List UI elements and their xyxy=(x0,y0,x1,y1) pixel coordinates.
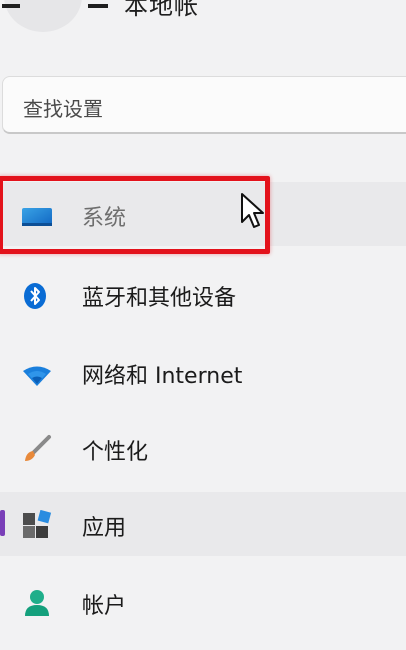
search-input[interactable]: 查找设置 xyxy=(2,76,406,134)
bluetooth-icon xyxy=(22,280,52,310)
header-fragment xyxy=(2,4,20,8)
sidebar-item-label: 网络和 Internet xyxy=(82,364,243,389)
sidebar-item-label: 个性化 xyxy=(82,440,149,465)
header-fragment xyxy=(88,4,108,8)
sidebar-item-apps[interactable]: 应用 xyxy=(0,492,406,556)
sidebar-item-personalization[interactable]: 个性化 xyxy=(0,416,406,480)
wifi-icon xyxy=(22,358,52,388)
sidebar-item-bluetooth[interactable]: 蓝牙和其他设备 xyxy=(0,262,406,326)
sidebar-item-network[interactable]: 网络和 Internet xyxy=(0,340,406,404)
search-placeholder: 查找设置 xyxy=(23,97,103,121)
brush-icon xyxy=(22,434,52,464)
sidebar-item-label: 应用 xyxy=(82,516,127,541)
sidebar-item-label: 蓝牙和其他设备 xyxy=(82,286,237,311)
user-name: 本地帐 xyxy=(124,0,199,20)
sidebar-item-accounts[interactable]: 帐户 xyxy=(0,570,406,634)
mouse-cursor-icon xyxy=(240,192,264,230)
apps-icon xyxy=(22,509,52,540)
highlight-box xyxy=(0,176,270,254)
selected-indicator xyxy=(0,510,5,536)
account-icon xyxy=(22,588,52,618)
sidebar-item-label: 帐户 xyxy=(82,594,127,619)
